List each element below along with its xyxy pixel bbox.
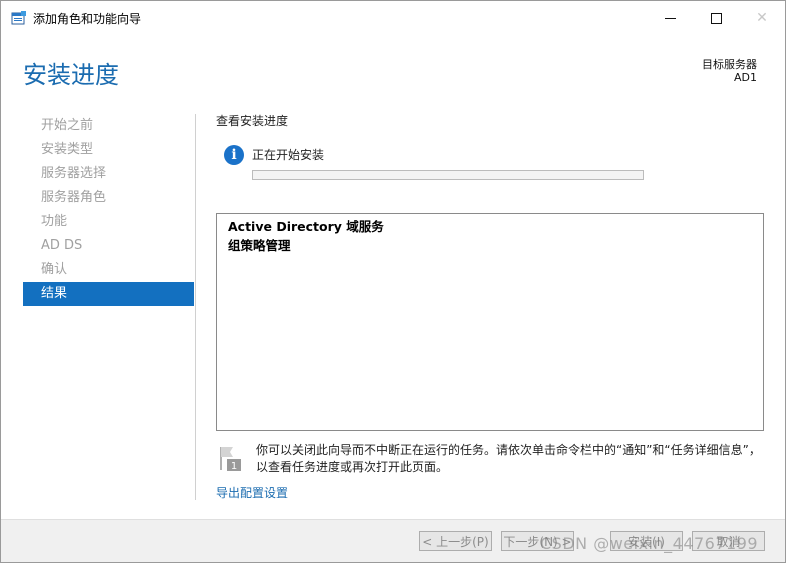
target-server-name: AD1 (734, 71, 757, 84)
list-item: 组策略管理 (228, 238, 291, 253)
wizard-window: 添加角色和功能向导 ✕ 安装进度 目标服务器 AD1 开始之前 安装类型 服务器… (0, 0, 786, 563)
nav-item-results[interactable]: 结果 (23, 282, 194, 306)
nav-divider (195, 114, 196, 500)
install-status-text: 正在开始安装 (252, 148, 325, 162)
section-label: 查看安装进度 (216, 114, 289, 128)
close-icon: ✕ (756, 10, 768, 26)
watermark: CSDN @weixin_44767199 (540, 534, 759, 553)
maximize-button[interactable] (693, 1, 739, 35)
minimize-button[interactable] (647, 1, 693, 35)
export-config-link[interactable]: 导出配置设置 (216, 484, 288, 501)
wizard-nav: 开始之前 安装类型 服务器选择 服务器角色 功能 AD DS 确认 结果 (23, 114, 194, 306)
results-list[interactable]: Active Directory 域服务 组策略管理 (216, 213, 764, 431)
nav-item-installation-type[interactable]: 安装类型 (23, 138, 194, 162)
nav-item-server-roles[interactable]: 服务器角色 (23, 186, 194, 210)
notification-flag-icon: 1 (220, 447, 241, 472)
nav-item-confirmation[interactable]: 确认 (23, 258, 194, 282)
nav-item-before-you-begin[interactable]: 开始之前 (23, 114, 194, 138)
info-note: 你可以关闭此向导而不中断正在运行的任务。请依次单击命令栏中的“通知”和“任务详细… (256, 443, 761, 474)
minimize-icon (664, 17, 676, 19)
nav-item-server-selection[interactable]: 服务器选择 (23, 162, 194, 186)
install-progress-bar (252, 170, 644, 180)
previous-button[interactable]: < 上一步(P) (419, 531, 492, 551)
svg-text:1: 1 (231, 461, 237, 472)
target-server-info: 目标服务器 AD1 (702, 58, 757, 84)
server-manager-icon (11, 11, 26, 25)
info-icon: i (224, 145, 244, 165)
target-server-label: 目标服务器 (702, 58, 757, 71)
nav-item-features[interactable]: 功能 (23, 210, 194, 234)
maximize-icon (710, 12, 722, 24)
nav-item-ad-ds[interactable]: AD DS (23, 234, 194, 258)
list-item: Active Directory 域服务 (228, 219, 384, 234)
close-button[interactable]: ✕ (739, 1, 785, 35)
title-bar[interactable]: 添加角色和功能向导 ✕ (1, 1, 785, 35)
window-title: 添加角色和功能向导 (33, 12, 142, 26)
page-title: 安装进度 (23, 61, 119, 89)
